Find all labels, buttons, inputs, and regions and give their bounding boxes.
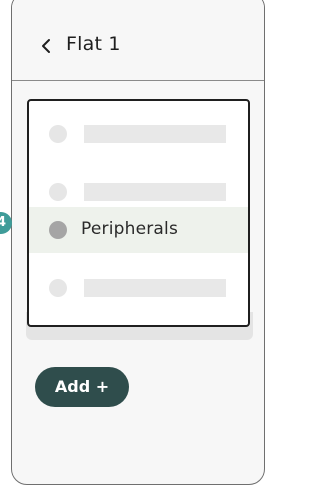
page-title: Flat 1 bbox=[66, 33, 121, 55]
back-button[interactable] bbox=[39, 38, 53, 54]
placeholder-bar bbox=[84, 125, 226, 143]
radio-dot bbox=[49, 183, 67, 201]
list-item-label: Peripherals bbox=[81, 219, 179, 239]
add-button[interactable]: Add + bbox=[35, 367, 129, 407]
app-header: Flat 1 bbox=[12, 0, 264, 81]
placeholder-bar bbox=[84, 183, 226, 201]
list-item[interactable] bbox=[29, 265, 248, 311]
placeholder-bar bbox=[84, 279, 226, 297]
item-list: Peripherals bbox=[27, 99, 250, 327]
chevron-left-icon bbox=[42, 39, 50, 53]
radio-dot bbox=[49, 221, 67, 239]
radio-dot bbox=[49, 279, 67, 297]
phone-frame: Flat 1 Peripherals Add + bbox=[11, 0, 265, 485]
radio-dot bbox=[49, 125, 67, 143]
list-item-selected[interactable]: Peripherals bbox=[29, 207, 248, 253]
list-item[interactable] bbox=[29, 111, 248, 157]
